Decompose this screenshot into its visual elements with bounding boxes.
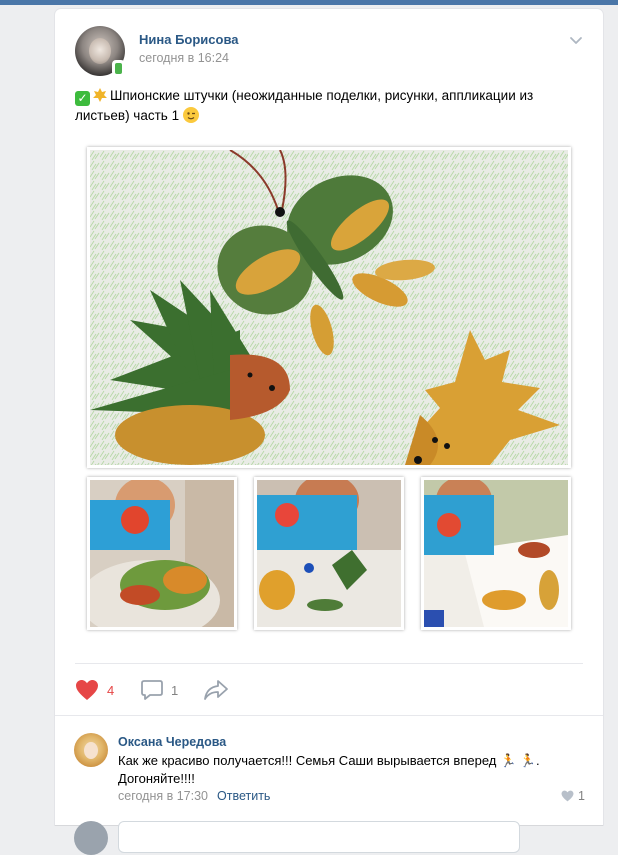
post-photo-thumb-3[interactable]: [421, 477, 571, 630]
actions-divider: [75, 663, 583, 664]
post-author[interactable]: Нина Борисова: [139, 32, 239, 47]
post-text: ✓ Шпионские штучки (неожиданные поделки, …: [75, 86, 575, 126]
post-photo-main[interactable]: [87, 147, 571, 468]
like-count: 4: [107, 682, 115, 698]
comment-like-button[interactable]: 1: [561, 789, 585, 803]
wink-emoji: [182, 107, 199, 123]
chevron-down-icon[interactable]: [569, 35, 583, 45]
reply-link[interactable]: Ответить: [217, 789, 270, 803]
top-bar: [0, 0, 618, 5]
post-photo-thumb-1[interactable]: [87, 477, 237, 630]
post-photo-thumb-2[interactable]: [254, 477, 404, 630]
comment-like-count: 1: [578, 789, 585, 803]
leaf-emoji: [93, 88, 107, 102]
post-time[interactable]: сегодня в 16:24: [139, 51, 229, 65]
comment-time[interactable]: сегодня в 17:30: [118, 789, 208, 803]
like-button[interactable]: 4: [75, 679, 114, 701]
post-card: Нина Борисова сегодня в 16:24 ✓ Шпионские…: [55, 9, 603, 855]
small-heart-icon: [561, 790, 574, 802]
comment-icon: [141, 680, 163, 700]
check-emoji: ✓: [75, 91, 90, 106]
comment-button[interactable]: 1: [141, 679, 178, 701]
share-icon: [204, 680, 228, 700]
comment-text: Как же красиво получается!!! Семья Саши …: [118, 753, 540, 786]
current-user-avatar: [74, 821, 108, 855]
mobile-badge-icon: [112, 60, 125, 76]
comment-count: 1: [171, 682, 179, 698]
post-text-body: Шпионские штучки (неожиданные поделки, р…: [75, 88, 534, 123]
comment-author[interactable]: Оксана Чередова: [118, 735, 226, 749]
heart-icon: [76, 680, 98, 700]
comments-divider: [55, 715, 603, 716]
commenter-avatar[interactable]: [74, 733, 108, 767]
share-button[interactable]: [203, 679, 229, 701]
comment-input[interactable]: [118, 821, 520, 853]
